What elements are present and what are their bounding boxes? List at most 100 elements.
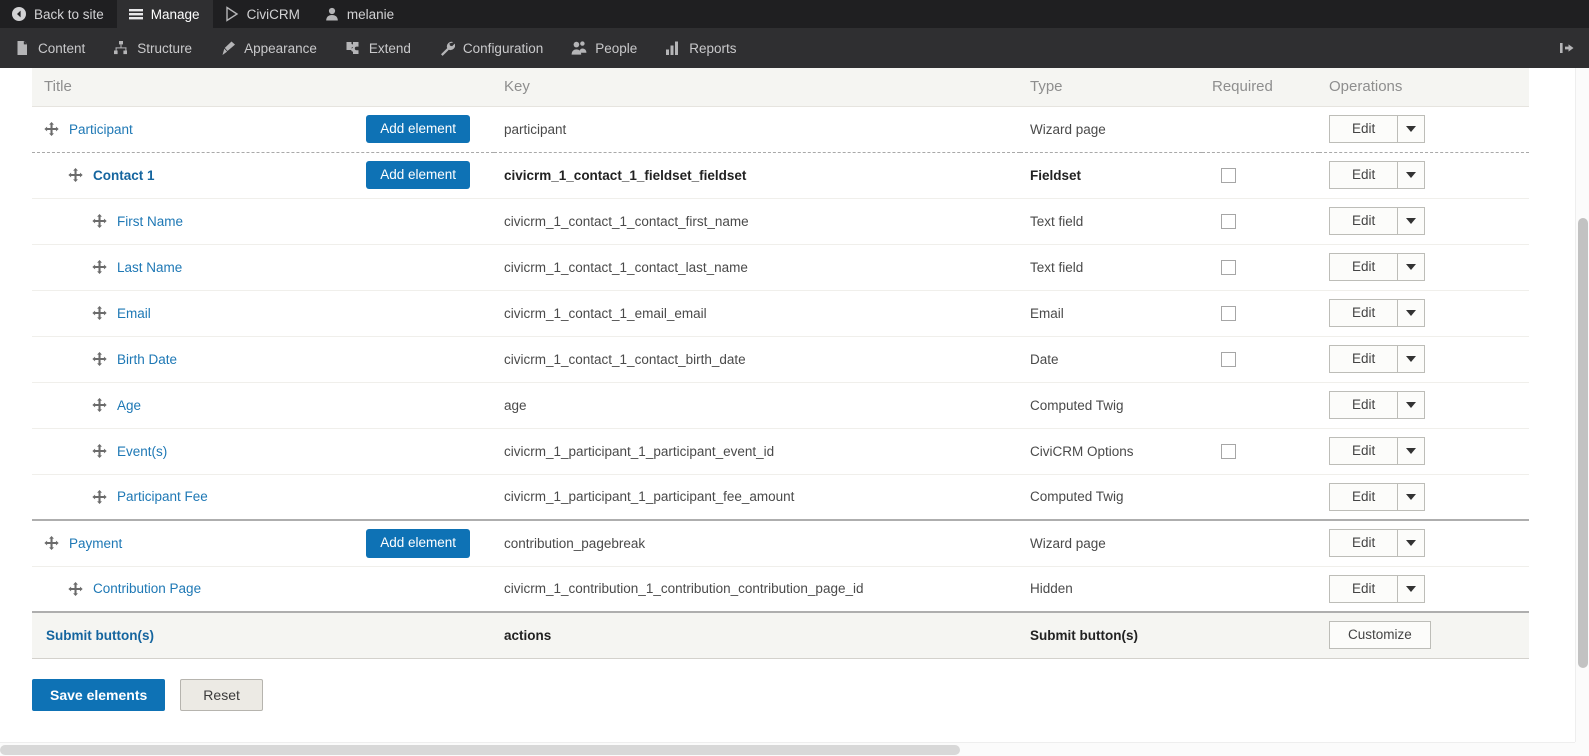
cell-required [1202,382,1319,429]
chevron-down-icon [1406,310,1417,316]
cell-type: Text field [1020,198,1202,245]
operations-dropdown-toggle[interactable] [1397,391,1426,419]
toolbar-item-melanie[interactable]: melanie [313,0,407,28]
cell-operations: Edit [1319,428,1529,475]
drag-handle-icon[interactable] [92,305,108,321]
edit-button[interactable]: Edit [1329,391,1398,419]
menu-item-people[interactable]: People [557,28,651,68]
element-title-link[interactable]: Contribution Page [93,581,201,596]
drag-handle-icon[interactable] [92,259,108,275]
column-header-required: Required [1202,68,1319,107]
add-element-button[interactable]: Add element [366,529,470,558]
menu-item-configuration[interactable]: Configuration [425,28,557,68]
drag-handle-icon[interactable] [68,167,84,183]
operations-dropdown-toggle[interactable] [1397,482,1426,511]
operations-dropdown-toggle[interactable] [1397,253,1426,281]
drag-handle-icon[interactable] [92,213,108,229]
drag-handle-icon[interactable] [92,351,108,367]
cell-key: civicrm_1_contact_1_contact_birth_date [494,336,1020,383]
cell-type: Computed Twig [1020,474,1202,521]
menu-item-reports[interactable]: Reports [651,28,750,68]
collapse-toolbar-icon[interactable] [1559,40,1575,56]
edit-button[interactable]: Edit [1329,482,1398,511]
drag-handle-icon[interactable] [92,489,108,505]
operations-group: Edit [1329,437,1519,465]
horizontal-scrollbar[interactable] [0,742,1575,756]
element-title-link[interactable]: Birth Date [117,352,177,367]
reset-button[interactable]: Reset [180,678,263,711]
edit-button[interactable]: Edit [1329,529,1398,558]
required-checkbox[interactable] [1221,213,1236,229]
edit-button[interactable]: Edit [1329,299,1398,327]
drag-handle-icon [68,167,83,183]
cell-key: age [494,382,1020,429]
drag-handle-icon [44,536,59,551]
operations-group: Edit [1329,529,1519,558]
element-type: Computed Twig [1030,489,1124,505]
add-element-button[interactable]: Add element [366,160,470,190]
title-cell-content: Submit button(s) [42,628,484,643]
cell-title: Contribution Page [32,566,494,613]
customize-button[interactable]: Customize [1329,621,1431,650]
title-cell-content: Birth Date [42,351,484,367]
element-title-link[interactable]: Age [117,398,141,413]
table-header: Title Key Type Required Operations [32,68,1529,107]
required-checkbox[interactable] [1221,259,1236,275]
element-type: Hidden [1030,581,1073,597]
operations-dropdown-toggle[interactable] [1397,574,1426,603]
toolbar-item-label: Back to site [34,6,104,22]
drag-handle-icon[interactable] [44,535,60,551]
operations-dropdown-toggle[interactable] [1397,115,1426,143]
add-element-button[interactable]: Add element [366,114,470,144]
title-cell-content: Payment Add element [42,529,484,558]
element-title-link[interactable]: Event(s) [117,444,167,459]
table-row: Submit button(s) actions Submit button(s) C… [32,611,1529,659]
cell-type: Wizard page [1020,106,1202,153]
required-checkbox[interactable] [1221,351,1236,367]
toolbar-item-civicrm[interactable]: CiviCRM [213,0,313,28]
edit-button[interactable]: Edit [1329,115,1398,143]
edit-button[interactable]: Edit [1329,345,1398,373]
drag-handle-icon[interactable] [92,397,108,413]
element-title-link[interactable]: Participant Fee [117,489,208,504]
operations-dropdown-toggle[interactable] [1397,529,1426,558]
operations-dropdown-toggle[interactable] [1397,345,1426,373]
column-header-key: Key [494,68,1020,107]
save-elements-button[interactable]: Save elements [32,678,166,711]
drag-handle-icon[interactable] [68,581,84,597]
operations-dropdown-toggle[interactable] [1397,161,1426,189]
operations-dropdown-toggle[interactable] [1397,207,1426,235]
drag-handle-icon[interactable] [92,443,108,459]
menu-item-structure[interactable]: Structure [99,28,206,68]
edit-button[interactable]: Edit [1329,161,1398,189]
horizontal-scrollbar-thumb[interactable] [0,745,960,755]
edit-button[interactable]: Edit [1329,574,1398,603]
cell-operations: Edit [1319,336,1529,383]
required-checkbox[interactable] [1221,305,1236,321]
menu-item-content[interactable]: Content [0,28,99,68]
element-title-link[interactable]: Payment [69,536,122,551]
element-title-link[interactable]: Participant [69,122,133,137]
element-title-link[interactable]: Email [117,306,151,321]
element-key: actions [504,627,552,643]
cell-operations: Customize [1319,611,1529,659]
toolbar-item-back-to-site[interactable]: Back to site [0,0,117,28]
vertical-scrollbar-thumb[interactable] [1578,218,1588,668]
edit-button[interactable]: Edit [1329,253,1398,281]
edit-button[interactable]: Edit [1329,207,1398,235]
toolbar-item-manage[interactable]: Manage [116,0,213,28]
vertical-scrollbar[interactable] [1575,68,1589,742]
drag-handle-icon [92,259,107,275]
element-title-link[interactable]: Last Name [117,260,182,275]
element-title-link[interactable]: First Name [117,214,183,229]
operations-dropdown-toggle[interactable] [1397,437,1426,465]
menu-item-appearance[interactable]: Appearance [206,28,331,68]
operations-dropdown-toggle[interactable] [1397,299,1426,327]
required-checkbox[interactable] [1221,443,1236,459]
menu-item-extend[interactable]: Extend [331,28,425,68]
element-key: participant [504,121,567,137]
element-title-link[interactable]: Contact 1 [93,168,155,183]
edit-button[interactable]: Edit [1329,437,1398,465]
drag-handle-icon[interactable] [44,121,60,137]
required-checkbox[interactable] [1221,167,1236,183]
